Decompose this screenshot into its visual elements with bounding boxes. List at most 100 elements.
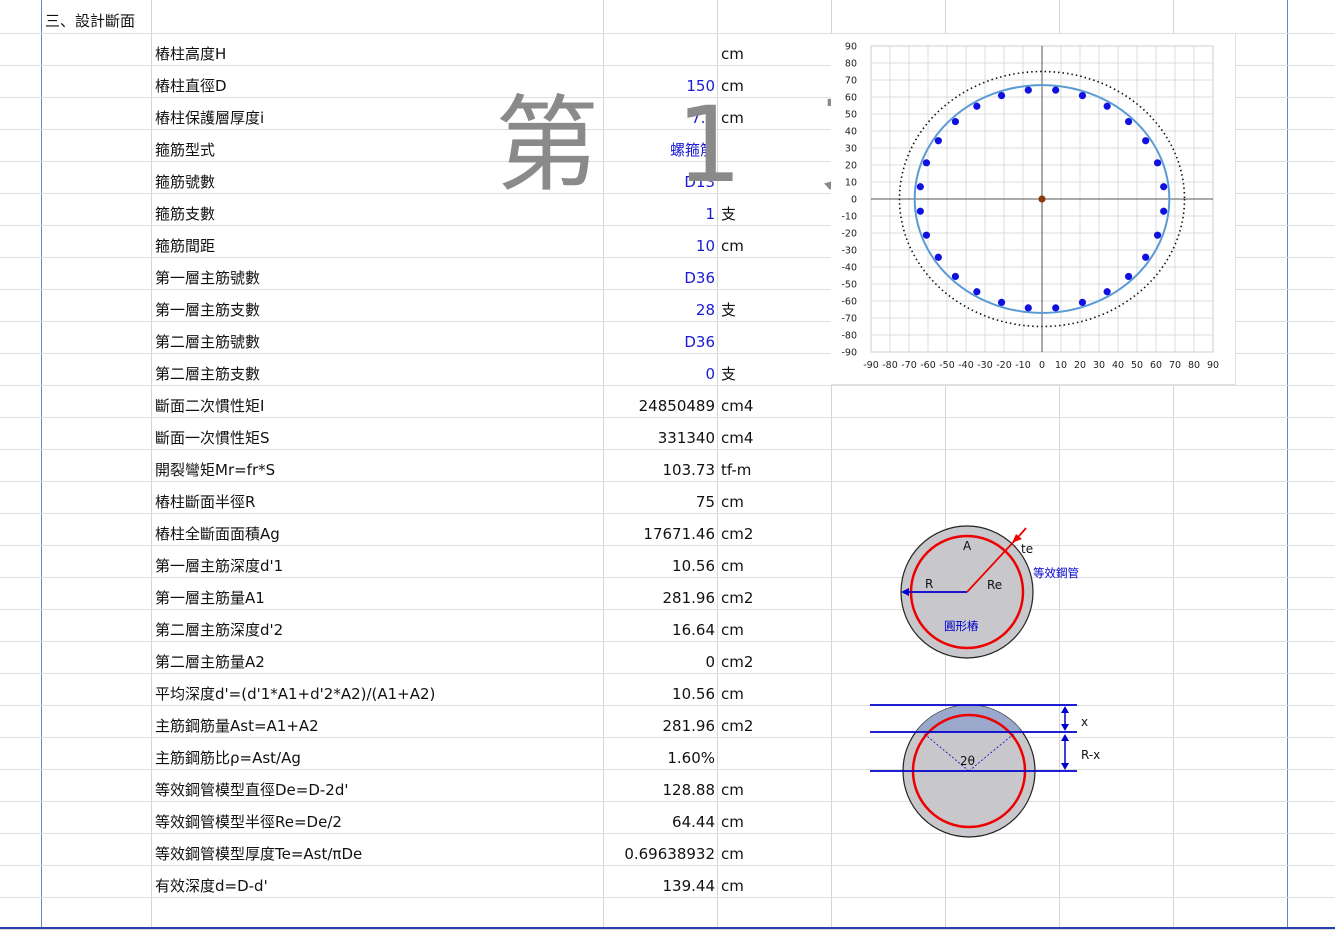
row-unit[interactable]: cm (721, 550, 744, 582)
row-unit[interactable]: cm (721, 614, 744, 646)
row-label[interactable]: 開裂彎矩Mr=fr*S (155, 454, 275, 486)
rebar-point (1160, 183, 1168, 191)
x-tick-label: -70 (901, 360, 917, 371)
row-label[interactable]: 箍筋間距 (155, 230, 215, 262)
row-unit[interactable]: cm4 (721, 422, 753, 454)
input-value-cell[interactable]: D13 (684, 166, 715, 198)
row-unit[interactable]: cm (721, 102, 744, 134)
row-unit[interactable]: cm2 (721, 582, 753, 614)
row-label[interactable]: 樁柱全斷面面積Ag (155, 518, 280, 550)
row-label[interactable]: 第一層主筋量A1 (155, 582, 265, 614)
row-unit[interactable]: 支 (721, 358, 736, 390)
row-label[interactable]: 主筋鋼筋比ρ=Ast/Ag (155, 742, 301, 774)
row-label[interactable]: 第二層主筋號數 (155, 326, 260, 358)
row-label[interactable]: 第二層主筋量A2 (155, 646, 265, 678)
rebar-point (1124, 272, 1133, 281)
input-value-cell[interactable]: 10 (696, 230, 715, 262)
computed-value-cell[interactable]: 281.96 (663, 582, 716, 614)
computed-value-cell[interactable]: 331340 (658, 422, 715, 454)
x-tick-label: 20 (1074, 360, 1086, 371)
computed-value-cell[interactable]: 1.60% (667, 742, 715, 774)
rebar-point (1078, 91, 1087, 100)
computed-value-cell[interactable]: 0.69638932 (624, 838, 715, 870)
input-value-cell[interactable]: 28 (696, 294, 715, 326)
input-value-cell[interactable]: 150 (686, 70, 715, 102)
computed-value-cell[interactable]: 281.96 (663, 710, 716, 742)
row-label[interactable]: 等效鋼管模型厚度Te=Ast/πDe (155, 838, 362, 870)
row-label[interactable]: 平均深度d'=(d'1*A1+d'2*A2)/(A1+A2) (155, 678, 435, 710)
computed-value-cell[interactable]: 17671.46 (643, 518, 715, 550)
computed-value-cell[interactable]: 24850489 (639, 390, 715, 422)
y-tick-label: -80 (841, 331, 857, 342)
row-label[interactable]: 主筋鋼筋量Ast=A1+A2 (155, 710, 319, 742)
row-label[interactable]: 等效鋼管模型半徑Re=De/2 (155, 806, 342, 838)
row-label[interactable]: 斷面二次慣性矩I (155, 390, 264, 422)
input-value-cell[interactable]: 1 (705, 198, 715, 230)
computed-value-cell[interactable]: 16.64 (672, 614, 715, 646)
computed-value-cell[interactable]: 103.73 (663, 454, 716, 486)
row-label[interactable]: 第二層主筋支數 (155, 358, 260, 390)
row-unit[interactable]: cm2 (721, 646, 753, 678)
computed-value-cell[interactable]: 139.44 (663, 870, 716, 902)
input-value-cell[interactable]: 螺箍筋 (670, 134, 715, 166)
row-unit[interactable]: cm2 (721, 710, 753, 742)
row-label[interactable]: 有效深度d=D-d' (155, 870, 268, 902)
row-unit[interactable]: tf-m (721, 454, 751, 486)
computed-value-cell[interactable]: 10.56 (672, 678, 715, 710)
row-label[interactable]: 箍筋號數 (155, 166, 215, 198)
row-label[interactable]: 第一層主筋號數 (155, 262, 260, 294)
row-label[interactable]: 第二層主筋深度d'2 (155, 614, 283, 646)
equivalent-tube-diagram: A te R Re 等效鋼管 圓形樁 (900, 525, 1079, 659)
rebar-point (1024, 86, 1032, 94)
row-label[interactable]: 第一層主筋深度d'1 (155, 550, 283, 582)
row-unit[interactable]: cm (721, 870, 744, 902)
x-tick-label: 90 (1207, 360, 1219, 371)
row-unit[interactable]: cm (721, 806, 744, 838)
y-tick-label: -20 (841, 229, 857, 240)
computed-value-cell[interactable]: 75 (696, 486, 715, 518)
computed-value-cell[interactable]: 0 (705, 646, 715, 678)
row-unit[interactable]: 支 (721, 294, 736, 326)
row-label[interactable]: 箍筋支數 (155, 198, 215, 230)
column-border-c (603, 0, 604, 929)
spreadsheet: 三、設計斷面 樁柱高度H cm 樁柱直徑D 150 cm 樁柱保護層厚度i 7.5 cm 箍筋型… (0, 0, 1335, 930)
input-value-cell[interactable]: 7.5 (691, 102, 715, 134)
center-point (1038, 195, 1046, 203)
row-label[interactable]: 斷面一次慣性矩S (155, 422, 270, 454)
row-label[interactable]: 樁柱直徑D (155, 70, 227, 102)
row-unit[interactable]: cm (721, 38, 744, 70)
row-unit[interactable]: cm (721, 774, 744, 806)
row-label[interactable]: 樁柱高度H (155, 38, 226, 70)
rebar-point (951, 117, 960, 126)
row-unit[interactable]: 支 (721, 198, 736, 230)
rebar-point (951, 272, 960, 281)
computed-value-cell[interactable]: 128.88 (663, 774, 716, 806)
row-unit[interactable]: cm (721, 678, 744, 710)
y-tick-label: -60 (841, 297, 857, 308)
rebar-layout-chart[interactable]: 90 80 70 60 50 40 30 20 10 0 -10 -20 -30 -40 -50 -60 -70… (831, 34, 1236, 385)
row-unit[interactable]: cm (721, 838, 744, 870)
input-value-cell[interactable]: D36 (684, 326, 715, 358)
y-tick-label: 30 (845, 144, 857, 155)
row-unit[interactable]: cm (721, 486, 744, 518)
row-unit[interactable]: cm (721, 230, 744, 262)
row-label[interactable]: 箍筋型式 (155, 134, 215, 166)
row-label[interactable]: 等效鋼管模型直徑De=D-2d' (155, 774, 349, 806)
y-tick-label: 0 (851, 195, 857, 206)
computed-value-cell[interactable]: 64.44 (672, 806, 715, 838)
label-te: te (1021, 542, 1033, 556)
computed-value-cell[interactable]: 10.56 (672, 550, 715, 582)
y-tick-label: 90 (845, 42, 857, 53)
row-label[interactable]: 樁柱保護層厚度i (155, 102, 264, 134)
rebar-point (922, 231, 931, 239)
rebar-point (922, 159, 931, 167)
row-unit[interactable]: cm2 (721, 518, 753, 550)
row-label[interactable]: 樁柱斷面半徑R (155, 486, 255, 518)
x-tick-label: 40 (1112, 360, 1124, 371)
row-label[interactable]: 第一層主筋支數 (155, 294, 260, 326)
row-unit[interactable]: cm4 (721, 390, 753, 422)
row-unit[interactable]: cm (721, 70, 744, 102)
input-value-cell[interactable]: D36 (684, 262, 715, 294)
input-value-cell[interactable]: 0 (705, 358, 715, 390)
rebar-point (1052, 304, 1060, 312)
